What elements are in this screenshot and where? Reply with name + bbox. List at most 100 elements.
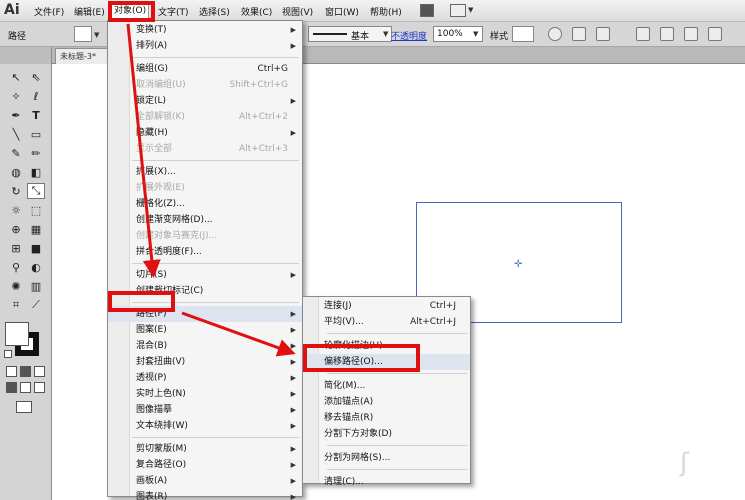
opacity-input[interactable]: 100% ▼: [433, 26, 483, 42]
menu-file[interactable]: 文件(F): [34, 5, 64, 18]
free-transform-tool-icon[interactable]: ⬚: [27, 202, 45, 218]
rotate-tool-icon[interactable]: ↻: [7, 183, 25, 199]
none-mode-icon[interactable]: [34, 366, 45, 377]
paintbrush-tool-icon[interactable]: ✎: [7, 145, 25, 161]
object-menu-item[interactable]: 实时上色(N) ▶: [108, 386, 302, 402]
default-colors-icon[interactable]: [4, 350, 12, 358]
path-submenu-item[interactable]: 连接(J) Ctrl+J: [303, 298, 470, 314]
menu-item-label: 图表(R): [136, 492, 168, 500]
object-menu-item[interactable]: 锁定(L) ▶: [108, 93, 302, 109]
perspective-grid-tool-icon[interactable]: ▦: [27, 221, 45, 237]
arrange-documents-icon[interactable]: [450, 4, 466, 17]
menu-item-label: 变换(T): [136, 25, 167, 35]
object-menu-item[interactable]: 编组(G) Ctrl+G: [108, 61, 302, 77]
stroke-profile-select[interactable]: 基本 ▼: [308, 26, 392, 42]
eyedropper-tool-icon[interactable]: ⚲: [7, 259, 25, 275]
object-menu-item[interactable]: 切片(S) ▶: [108, 267, 302, 283]
menu-type[interactable]: 文字(T): [158, 5, 189, 18]
object-menu-item[interactable]: 扩展(X)...: [108, 164, 302, 180]
object-menu-item[interactable]: 复合路径(O) ▶: [108, 457, 302, 473]
distribute-icon[interactable]: [636, 27, 650, 41]
menu-select[interactable]: 选择(S): [199, 5, 230, 18]
slice-tool-icon[interactable]: ⟋: [27, 297, 45, 313]
shape-builder-tool-icon[interactable]: ⊕: [7, 221, 25, 237]
scale-tool-icon[interactable]: ⤡: [27, 183, 45, 199]
menu-item-label: 分割下方对象(D): [324, 429, 392, 439]
column-graph-tool-icon[interactable]: ▥: [27, 278, 45, 294]
draw-normal-icon[interactable]: [6, 382, 17, 393]
object-menu-item[interactable]: 隐藏(H) ▶: [108, 125, 302, 141]
screen-mode-icon[interactable]: [16, 401, 32, 413]
line-tool-icon[interactable]: ╲: [7, 126, 25, 142]
rectangle-tool-icon[interactable]: ▭: [27, 126, 45, 142]
align-right-icon[interactable]: [684, 27, 698, 41]
chevron-down-icon[interactable]: ▼: [468, 6, 473, 14]
object-menu-item[interactable]: 画板(A) ▶: [108, 473, 302, 489]
path-submenu-item[interactable]: 清理(C)...: [303, 474, 470, 490]
object-menu-item[interactable]: 排列(A) ▶: [108, 38, 302, 54]
direct-selection-tool-icon[interactable]: ⇖: [27, 69, 45, 85]
align-icon[interactable]: [572, 27, 586, 41]
menu-item-label: 封套扭曲(V): [136, 357, 186, 367]
eraser-tool-icon[interactable]: ◧: [27, 164, 45, 180]
object-menu-item[interactable]: 图案(E) ▶: [108, 322, 302, 338]
pencil-tool-icon[interactable]: ✏: [27, 145, 45, 161]
menu-item-label: 实时上色(N): [136, 389, 186, 399]
gradient-mode-icon[interactable]: [20, 366, 31, 377]
menu-view[interactable]: 视图(V): [282, 5, 313, 18]
submenu-arrow-icon: ▶: [290, 42, 296, 50]
path-submenu-item[interactable]: 简化(M)...: [303, 378, 470, 394]
path-submenu-item[interactable]: 分割为网格(S)...: [303, 450, 470, 466]
warp-tool-icon[interactable]: ☼: [7, 202, 25, 218]
blend-tool-icon[interactable]: ◐: [27, 259, 45, 275]
chevron-down-icon[interactable]: ▼: [94, 31, 99, 39]
gradient-tool-icon[interactable]: ■: [27, 240, 45, 256]
menu-item-label: 文本绕排(W): [136, 421, 188, 431]
path-submenu-item[interactable]: 添加锚点(A): [303, 394, 470, 410]
submenu-arrow-icon: ▶: [290, 390, 296, 398]
path-submenu-item[interactable]: 平均(V)... Alt+Ctrl+J: [303, 314, 470, 330]
type-tool-icon[interactable]: T: [27, 107, 45, 123]
magic-wand-tool-icon[interactable]: ✧: [7, 88, 25, 104]
menu-window[interactable]: 窗口(W): [325, 5, 359, 18]
object-menu-item[interactable]: 文本绕排(W) ▶: [108, 418, 302, 434]
object-menu-item[interactable]: 混合(B) ▶: [108, 338, 302, 354]
object-menu-item[interactable]: 栅格化(Z)...: [108, 196, 302, 212]
color-mode-icon[interactable]: [6, 366, 17, 377]
path-submenu-item[interactable]: 分割下方对象(D): [303, 426, 470, 442]
draw-behind-icon[interactable]: [20, 382, 31, 393]
transform-icon[interactable]: [596, 27, 610, 41]
hand-tool-icon[interactable]: [7, 300, 25, 316]
draw-inside-icon[interactable]: [34, 382, 45, 393]
symbol-sprayer-tool-icon[interactable]: ✺: [7, 278, 25, 294]
object-menu-item[interactable]: 封套扭曲(V) ▶: [108, 354, 302, 370]
bridge-icon[interactable]: [420, 4, 434, 17]
fill-color-swatch[interactable]: [5, 322, 29, 346]
blob-brush-tool-icon[interactable]: ◍: [7, 164, 25, 180]
toolbox-grip[interactable]: [0, 47, 52, 64]
pen-tool-icon[interactable]: ✒: [7, 107, 25, 123]
opacity-link[interactable]: 不透明度: [391, 29, 427, 42]
graphic-style-swatch[interactable]: [512, 26, 534, 42]
menu-help[interactable]: 帮助(H): [370, 5, 402, 18]
path-submenu-item[interactable]: 移去锚点(R): [303, 410, 470, 426]
object-menu-item[interactable]: 变换(T) ▶: [108, 22, 302, 38]
object-menu-item: 创建对象马赛克(J)...: [108, 228, 302, 244]
menu-item-label: 清理(C)...: [324, 477, 364, 487]
menu-edit[interactable]: 编辑(E): [74, 5, 105, 18]
lasso-tool-icon[interactable]: ℓ: [27, 88, 45, 104]
fill-color-swatch[interactable]: [74, 26, 92, 42]
object-menu-item[interactable]: 图表(R) ▶: [108, 489, 302, 500]
object-menu-item[interactable]: 拼合透明度(F)...: [108, 244, 302, 260]
align-center-icon[interactable]: [660, 27, 674, 41]
menu-item-label: 创建渐变网格(D)...: [136, 215, 213, 225]
object-menu-item[interactable]: 图像描摹 ▶: [108, 402, 302, 418]
recolor-icon[interactable]: [548, 27, 562, 41]
mesh-tool-icon[interactable]: ⊞: [7, 240, 25, 256]
object-menu-item[interactable]: 剪切蒙版(M) ▶: [108, 441, 302, 457]
object-menu-item[interactable]: 创建渐变网格(D)...: [108, 212, 302, 228]
selection-tool-icon[interactable]: ↖: [7, 69, 25, 85]
object-menu-item[interactable]: 透视(P) ▶: [108, 370, 302, 386]
align-bottom-icon[interactable]: [708, 27, 722, 41]
menu-effect[interactable]: 效果(C): [241, 5, 272, 18]
